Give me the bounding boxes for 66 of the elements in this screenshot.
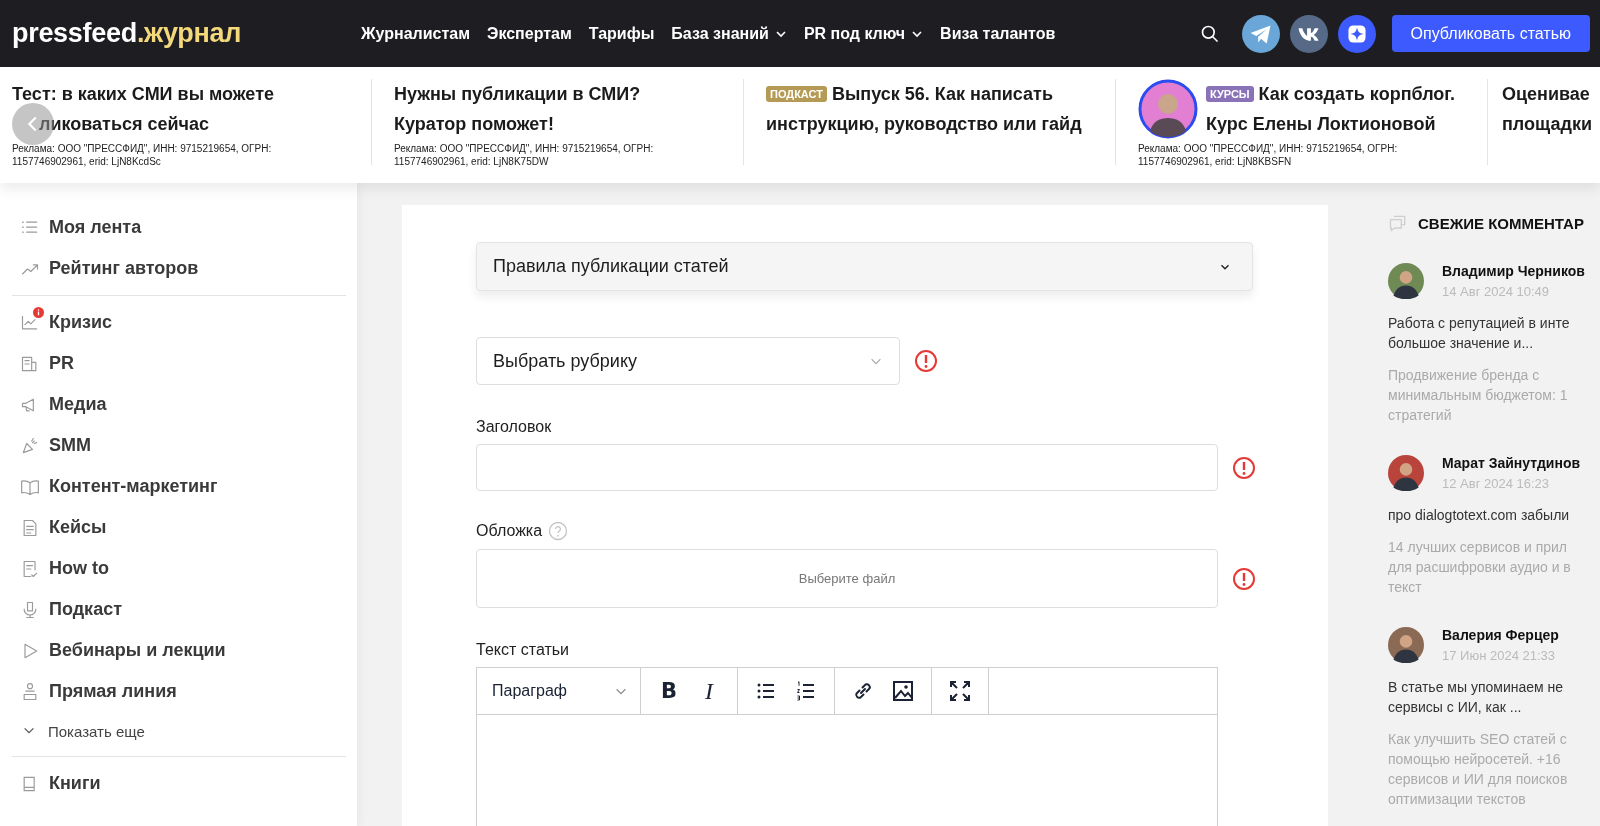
ad-title[interactable]: Оценивае	[1502, 83, 1590, 105]
sidebar-item[interactable]: Контент-маркетинг	[20, 466, 218, 507]
sidebar-item[interactable]: Моя лента	[20, 207, 142, 248]
nav-link[interactable]: База знаний	[671, 24, 787, 43]
sidebar-item[interactable]: Кризис	[20, 302, 113, 343]
sidebar-item[interactable]: Подкаст	[20, 589, 122, 630]
ad-disclaimer: Реклама: ООО "ПРЕССФИД", ИНН: 9715219654, ОГРН: 1157746902961, erid: LjN8KBSFN	[1138, 142, 1399, 168]
logo[interactable]: pressfeed.журнал	[12, 18, 242, 49]
ad-title[interactable]: площадки	[1502, 113, 1592, 135]
italic-button[interactable]: I	[697, 677, 721, 705]
author-name[interactable]: Марат Зайнутдинов	[1442, 455, 1581, 471]
sidebar-item[interactable]: Кейсы	[20, 507, 107, 548]
comment-text: Работа с репутацией в инте	[1388, 314, 1571, 333]
sidebar-item[interactable]: Прямая линия	[20, 671, 177, 712]
fullscreen-icon[interactable]	[948, 679, 972, 703]
section-title: СВЕЖИЕ КОММЕНТАР	[1418, 214, 1584, 232]
sidebar-item[interactable]: PR	[20, 343, 74, 384]
ad-title[interactable]: Куратор поможет!	[394, 113, 554, 135]
sidebar-item[interactable]: Медиа	[20, 384, 107, 425]
sidebar-item[interactable]: How to	[20, 548, 109, 589]
sidebar-item[interactable]: SMM	[20, 425, 91, 466]
avatar	[1388, 455, 1424, 491]
ad-title[interactable]: инструкцию, руководство или гайд	[766, 113, 1082, 135]
rules-accordion[interactable]: Правила публикации статей	[476, 242, 1253, 291]
nav-link[interactable]: Журналистам	[361, 24, 470, 43]
ad-title[interactable]: Нужны публикации в СМИ?	[394, 83, 641, 105]
paper-plane-icon[interactable]	[1241, 14, 1280, 53]
ad-title[interactable]: Как создать корпблог.	[1258, 83, 1456, 105]
ad-title[interactable]: Выпуск 56. Как написать	[831, 83, 1053, 105]
publish-button[interactable]: Опубликовать статью	[1391, 15, 1590, 52]
category-icon	[20, 435, 40, 456]
comment-text: В статье мы упоминаем не	[1388, 678, 1565, 697]
bold-button[interactable]: B	[657, 679, 681, 703]
image-icon[interactable]	[891, 679, 915, 703]
ad-title[interactable]: ликоваться сейчас	[39, 113, 210, 135]
ad-title[interactable]: Тест: в каких СМИ вы можете	[12, 83, 274, 105]
comment-text: сервисы с ИИ, как ...	[1388, 698, 1523, 717]
avatar	[1388, 263, 1424, 299]
avatar	[1388, 627, 1424, 663]
nav-link[interactable]: Тарифы	[588, 24, 655, 43]
nav-link[interactable]: Экспертам	[487, 24, 572, 43]
sidebar-item[interactable]: Рейтинг авторов	[20, 248, 199, 289]
nav-link[interactable]: Виза талантов	[940, 24, 1056, 43]
ad-disclaimer: Реклама: ООО "ПРЕССФИД", ИНН: 9715219654, ОГРН: 1157746902961, erid: LjN8KcdSc	[12, 142, 273, 168]
field-label: Заголовок	[476, 418, 553, 436]
nav-link[interactable]: PR под ключ	[803, 24, 924, 43]
author-name[interactable]: Валерия Ферцер	[1442, 627, 1559, 643]
text-editor[interactable]: Параграф B I	[476, 667, 1218, 826]
title-input[interactable]	[476, 444, 1218, 491]
sidebar-item[interactable]: Вебинары и лекции	[20, 630, 226, 671]
chat-icon	[1388, 213, 1408, 233]
field-label: Обложка	[476, 522, 543, 540]
comment-text: про dialogtotext.com забыли	[1388, 506, 1571, 525]
category-tag[interactable]: КУРСЫ	[1206, 86, 1254, 102]
sparkle-icon[interactable]	[1337, 14, 1376, 53]
search-icon[interactable]	[1199, 23, 1220, 44]
field-label: Текст статьи	[476, 641, 571, 659]
comment-text: большое значение и...	[1388, 334, 1535, 353]
ad-title[interactable]: Курс Елены Локтионовой	[1206, 113, 1436, 135]
ad-disclaimer: Реклама: ООО "ПРЕССФИД", ИНН: 9715219654, ОГРН: 1157746902961, erid: LjN8K75DW	[394, 142, 655, 168]
vk-icon[interactable]	[1289, 14, 1328, 53]
show-more-link[interactable]: Показать еще	[20, 712, 145, 750]
file-picker-button[interactable]: Выберите файл	[476, 549, 1218, 608]
sidebar-item[interactable]: Книги	[20, 763, 101, 804]
author-name[interactable]: Владимир Черников	[1442, 263, 1585, 279]
category-select[interactable]: Выбрать рубрику	[476, 337, 900, 385]
